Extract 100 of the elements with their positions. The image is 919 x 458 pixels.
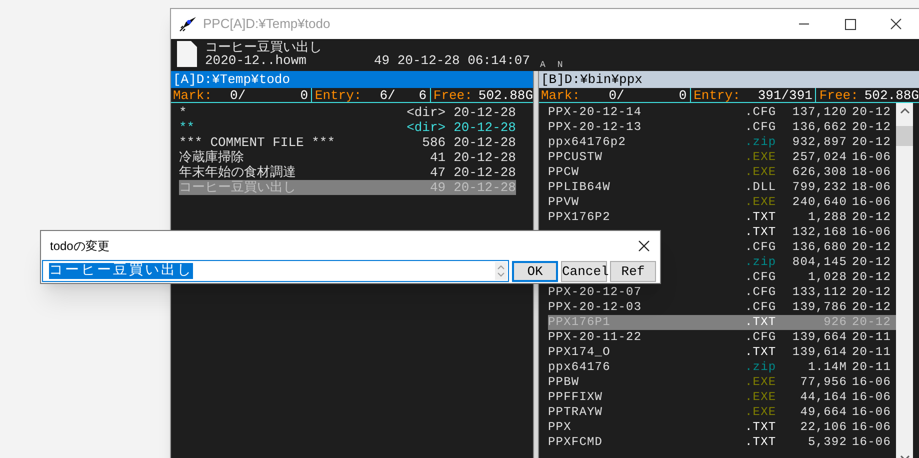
file-size: 240,640 [791,195,847,210]
file-row[interactable]: PPVW .EXE 240,640 16-06 [548,195,896,210]
file-name: PPBW [548,375,580,390]
file-name: 年末年始の食材調達 [179,165,296,180]
file-row[interactable]: PPLIB64W .DLL 799,232 18-06 [548,180,896,195]
file-row[interactable]: ** <dir> 20-12-28 [179,120,516,135]
file-row[interactable]: 冷蔵庫掃除 41 20-12-28 [179,150,516,165]
file-extension: .EXE [745,165,778,180]
file-row[interactable]: PPTRAYW .EXE 49,664 16-06 [548,405,896,420]
file-size: <dir> [406,120,446,135]
input-value: コーヒー豆買い出し [49,263,193,279]
file-row[interactable]: 年末年始の食材調達 47 20-12-28 [179,165,516,180]
close-icon[interactable] [638,240,650,252]
file-extension: .CFG [745,285,778,300]
dialog-button[interactable]: OK [512,260,558,282]
file-name: PPX176P1 [548,315,612,330]
free-space: 502.88G [477,88,534,102]
free-space: 502.88G [863,88,919,102]
file-size: 1,288 [806,210,847,225]
pane-path-bar[interactable]: [B]D:¥bin¥ppx [539,71,919,88]
scrollbar[interactable] [896,103,913,458]
file-size: 139,614 [791,345,847,360]
file-row[interactable]: *** COMMENT FILE *** 586 20-12-28 [179,135,516,150]
file-row[interactable]: PPX176P2 .TXT 1,288 20-12 [548,210,896,225]
file-row[interactable]: PPX-20-12-07 .CFG 133,112 20-12 [548,285,896,300]
file-date: 20-12 [852,120,892,135]
dialog-button[interactable]: Cancel [561,260,607,282]
file-extension: .zip [745,255,778,270]
pane-path-bar[interactable]: [A]D:¥Temp¥todo [171,71,533,88]
mark-label: Mark: [540,88,580,102]
file-extension: .TXT [745,225,778,240]
file-row[interactable]: PPX-20-11-22 .CFG 139,664 20-11 [548,330,896,345]
file-size: 136,680 [791,240,847,255]
file-size: 799,232 [791,180,847,195]
file-row[interactable]: PPFFIXW .EXE 44,164 16-06 [548,390,896,405]
file-row[interactable]: ppx64176 .zip 1.14M 20-11 [548,360,896,375]
file-row[interactable]: PPX174_O .TXT 139,614 20-11 [548,345,896,360]
file-date: 16-06 [852,150,892,165]
file-date: 16-06 [852,225,892,240]
file-size: 5,392 [806,435,847,450]
file-name: PPVW [548,195,580,210]
file-extension: .CFG [745,270,778,285]
file-size: 133,112 [791,285,847,300]
mark-count: 0/ 0 [608,88,688,102]
file-row[interactable]: PPX-20-12-14 .CFG 137,120 20-12 [548,105,896,120]
file-size: 586 [422,135,446,150]
file-size: 41 [430,150,446,165]
file-size: 139,664 [791,330,847,345]
mark-label: Mark: [172,88,212,102]
file-extension: .zip [745,360,778,375]
file-size: 1.14M [806,360,847,375]
file-details: 49 20-12-28 06:14:07 [374,54,530,67]
file-date: 16-06 [852,420,892,435]
file-date: 20-12 [852,105,892,120]
file-row[interactable]: * <dir> 20-12-28 [179,105,516,120]
file-size: 44,164 [799,390,847,405]
file-date: 20-12-28 [454,180,516,195]
file-size: 1,028 [806,270,847,285]
file-name: * [179,105,187,120]
file-name: PPX-20-12-07 [548,285,643,300]
file-date: 18-06 [852,165,892,180]
file-date: 20-11 [852,360,892,375]
file-size: 626,308 [791,165,847,180]
file-size: 139,786 [791,300,847,315]
dialog-button[interactable]: Ref [610,260,656,282]
file-row[interactable]: PPCW .EXE 626,308 18-06 [548,165,896,180]
file-row[interactable]: PPX .TXT 22,106 16-06 [548,420,896,435]
file-date: 16-06 [852,435,892,450]
file-extension: .TXT [745,435,778,450]
scroll-thumb[interactable] [896,126,913,146]
file-date: 20-12 [852,300,892,315]
file-name: 冷蔵庫掃除 [179,150,244,165]
file-size: 49,664 [799,405,847,420]
file-extension: .EXE [745,405,778,420]
file-size: 932,897 [791,135,847,150]
free-label: Free: [432,88,472,102]
file-row[interactable]: PPX-20-12-13 .CFG 136,662 20-12 [548,120,896,135]
file-name: コーヒー豆買い出し [179,180,296,195]
file-name: PPX174_O [548,345,612,360]
file-name: PPX-20-12-13 [548,120,643,135]
mark-count: 0/ 0 [229,88,310,102]
file-extension: .EXE [745,195,778,210]
file-extension: .TXT [745,345,778,360]
file-name: ppx64176p2 [548,135,628,150]
file-date: 20-12-28 [454,105,516,120]
file-row[interactable]: ppx64176p2 .zip 932,897 20-12 [548,135,896,150]
file-row[interactable]: PPX176P1 .TXT 926 20-12 [548,315,896,330]
file-row[interactable]: PPX-20-12-03 .CFG 139,786 20-12 [548,300,896,315]
file-name: PPX176P2 [548,210,612,225]
file-extension: .TXT [745,420,778,435]
file-date: 20-12-28 [454,120,516,135]
file-row[interactable]: PPBW .EXE 77,956 16-06 [548,375,896,390]
file-row[interactable]: PPCUSTW .EXE 257,024 16-06 [548,150,896,165]
file-size: 77,956 [799,375,847,390]
name-input-field[interactable]: コーヒー豆買い出し [42,260,509,282]
file-name: PPX-20-12-14 [548,105,643,120]
entry-count: 6/ 6 [378,88,428,102]
file-row[interactable]: PPXFCMD .TXT 5,392 16-06 [548,435,896,450]
file-size: 22,106 [799,420,847,435]
file-name: コーヒー豆買い出し [205,41,323,54]
